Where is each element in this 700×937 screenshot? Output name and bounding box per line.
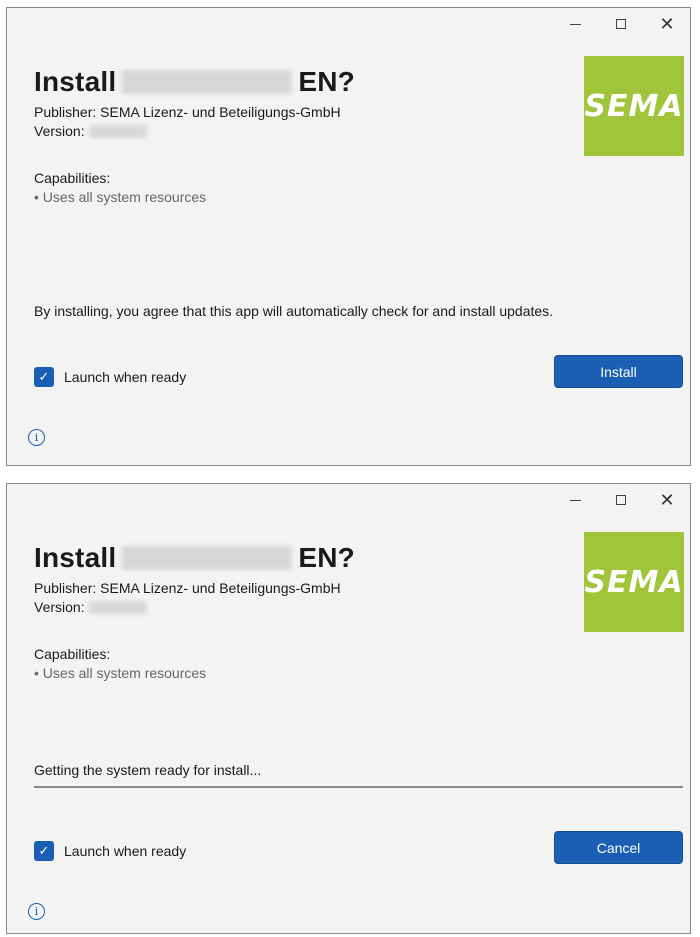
title-suffix: EN? bbox=[298, 66, 355, 97]
logo-text: SEMA bbox=[584, 88, 684, 124]
version-row: Version: bbox=[34, 599, 147, 615]
minimize-icon[interactable] bbox=[552, 484, 598, 516]
app-name-redacted bbox=[122, 546, 293, 570]
title-prefix: Install bbox=[34, 66, 117, 97]
checkmark-icon[interactable]: ✓ bbox=[34, 841, 54, 861]
publisher-text: Publisher: SEMA Lizenz- und Beteiligungs… bbox=[34, 104, 341, 120]
info-icon[interactable]: i bbox=[28, 429, 45, 446]
close-icon[interactable]: ✕ bbox=[644, 484, 690, 516]
minimize-icon[interactable] bbox=[552, 8, 598, 40]
launch-when-ready-checkbox[interactable]: ✓ Launch when ready bbox=[34, 841, 186, 861]
installer-window-preparing: ✕ Install EN? Publisher: SEMA Lizenz- un… bbox=[6, 483, 691, 934]
capability-item: • Uses all system resources bbox=[34, 665, 207, 681]
checkmark-icon[interactable]: ✓ bbox=[34, 367, 54, 387]
page-title: Install EN? bbox=[34, 66, 355, 98]
app-name-redacted bbox=[122, 70, 293, 94]
close-icon[interactable]: ✕ bbox=[644, 8, 690, 40]
page-title: Install EN? bbox=[34, 542, 355, 574]
capabilities-title: Capabilities: bbox=[34, 170, 111, 186]
title-suffix: EN? bbox=[298, 542, 355, 573]
install-button[interactable]: Install bbox=[554, 355, 683, 388]
title-bar-controls: ✕ bbox=[552, 8, 690, 40]
logo-text: SEMA bbox=[584, 564, 684, 600]
publisher-text: Publisher: SEMA Lizenz- und Beteiligungs… bbox=[34, 580, 341, 596]
title-bar-controls: ✕ bbox=[552, 484, 690, 516]
maximize-icon[interactable] bbox=[598, 8, 644, 40]
launch-when-ready-label: Launch when ready bbox=[64, 843, 187, 859]
launch-when-ready-label: Launch when ready bbox=[64, 369, 187, 385]
version-value-redacted bbox=[88, 600, 147, 614]
maximize-icon[interactable] bbox=[598, 484, 644, 516]
launch-when-ready-checkbox[interactable]: ✓ Launch when ready bbox=[34, 367, 186, 387]
capability-item: • Uses all system resources bbox=[34, 189, 207, 205]
app-logo: SEMA bbox=[584, 532, 684, 632]
version-value-redacted bbox=[88, 124, 147, 138]
agreement-text: By installing, you agree that this app w… bbox=[34, 303, 554, 319]
version-label: Version: bbox=[34, 123, 85, 139]
app-logo: SEMA bbox=[584, 56, 684, 156]
installer-window-ready: ✕ Install EN? Publisher: SEMA Lizenz- un… bbox=[6, 7, 691, 466]
info-icon[interactable]: i bbox=[28, 903, 45, 920]
version-label: Version: bbox=[34, 599, 85, 615]
cancel-button[interactable]: Cancel bbox=[554, 831, 683, 864]
version-row: Version: bbox=[34, 123, 147, 139]
progress-bar bbox=[34, 786, 683, 788]
progress-status-text: Getting the system ready for install... bbox=[34, 762, 262, 778]
title-prefix: Install bbox=[34, 542, 117, 573]
capabilities-title: Capabilities: bbox=[34, 646, 111, 662]
